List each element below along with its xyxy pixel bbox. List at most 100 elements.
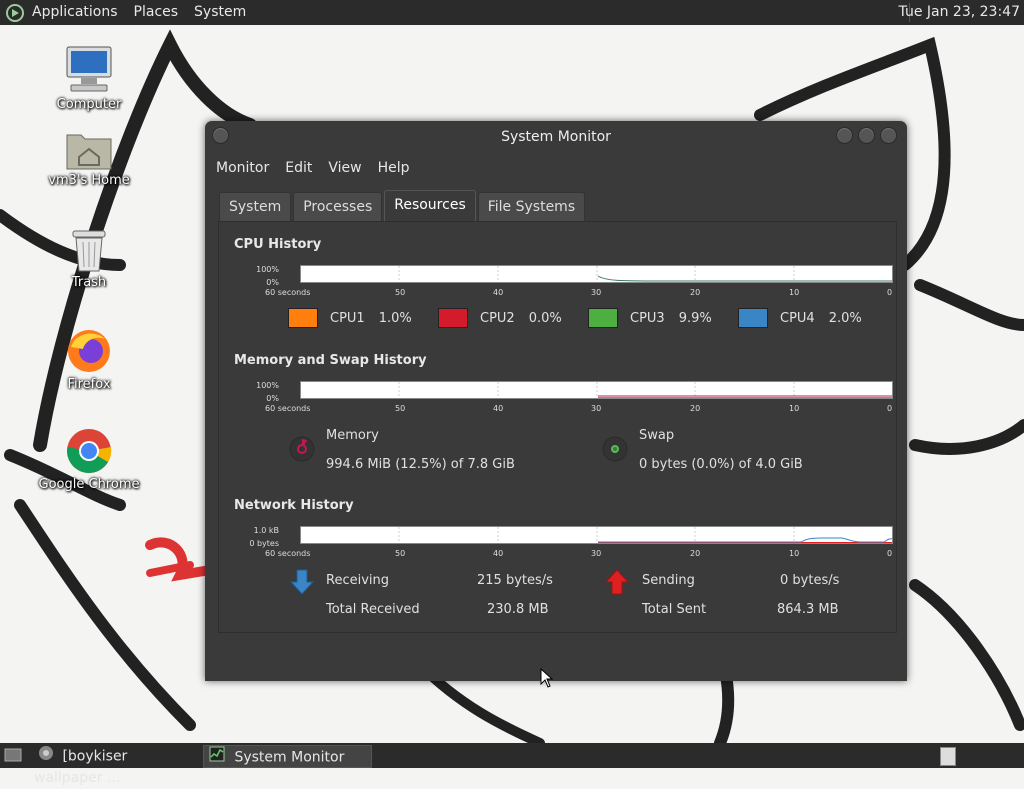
total-sent-value: 864.3 MB bbox=[777, 602, 839, 617]
chrome-icon bbox=[34, 427, 144, 475]
menu-monitor[interactable]: Monitor bbox=[208, 160, 277, 176]
cpu1-name: CPU1 bbox=[330, 310, 365, 326]
network-history-graph bbox=[300, 526, 893, 544]
memory-y-bottom: 0% bbox=[266, 394, 279, 403]
sending-label: Sending bbox=[642, 573, 695, 588]
total-received-value: 230.8 MB bbox=[487, 602, 549, 617]
tab-processes[interactable]: Processes bbox=[293, 192, 383, 221]
menu-view[interactable]: View bbox=[320, 160, 369, 176]
x-tick: 40 bbox=[493, 549, 504, 558]
cpu1-legend: CPU1 1.0% bbox=[288, 308, 412, 328]
menubar: Monitor Edit View Help bbox=[205, 153, 907, 183]
desktop-icon-home[interactable]: vm3's Home bbox=[34, 127, 144, 188]
x-tick: 40 bbox=[493, 288, 504, 297]
x-tick: 0 bbox=[887, 549, 893, 558]
applications-menu[interactable]: Applications bbox=[24, 0, 126, 25]
window-title: System Monitor bbox=[501, 129, 611, 145]
memory-value: 994.6 MiB (12.5%) of 7.8 GiB bbox=[326, 457, 515, 472]
graph-gridlines bbox=[398, 266, 795, 282]
cpu4-color-button[interactable] bbox=[738, 308, 768, 328]
top-panel: Applications Places System Tue Jan 23, 2… bbox=[0, 0, 1024, 25]
cpu4-name: CPU4 bbox=[780, 310, 815, 326]
maximize-button[interactable] bbox=[858, 127, 875, 144]
receiving-label: Receiving bbox=[326, 573, 390, 588]
swap-pie-icon[interactable] bbox=[601, 435, 629, 467]
close-button[interactable] bbox=[880, 127, 897, 144]
x-tick: 10 bbox=[789, 288, 800, 297]
x-tick: 30 bbox=[591, 404, 602, 413]
receiving-value: 215 bytes/s bbox=[477, 573, 553, 588]
total-sent-label: Total Sent bbox=[642, 602, 707, 617]
tab-file-systems[interactable]: File Systems bbox=[477, 192, 586, 221]
x-tick: 20 bbox=[690, 288, 701, 297]
x-tick: 60 seconds bbox=[265, 288, 311, 297]
swap-value: 0 bytes (0.0%) of 4.0 GiB bbox=[639, 457, 803, 472]
minimize-button[interactable] bbox=[836, 127, 853, 144]
taskbar-button-system-monitor[interactable]: System Monitor bbox=[203, 745, 372, 768]
x-tick: 30 bbox=[591, 288, 602, 297]
taskbar-button-chrome[interactable]: [boykiser wallpaper ... bbox=[34, 745, 200, 786]
x-tick: 30 bbox=[591, 549, 602, 558]
x-tick: 60 seconds bbox=[265, 549, 311, 558]
cpu2-color-button[interactable] bbox=[438, 308, 468, 328]
tab-resources[interactable]: Resources bbox=[384, 190, 476, 221]
memory-pie-icon[interactable] bbox=[288, 435, 316, 467]
window-menu-button[interactable] bbox=[212, 127, 229, 144]
cpu3-color-button[interactable] bbox=[588, 308, 618, 328]
show-desktop-icon[interactable] bbox=[4, 748, 22, 766]
system-monitor-window: System Monitor Monitor Edit View Help Sy… bbox=[205, 121, 907, 681]
taskbar-label: System Monitor bbox=[234, 749, 345, 766]
memory-history-title: Memory and Swap History bbox=[234, 353, 427, 368]
receiving-history-line bbox=[598, 537, 892, 543]
receiving-arrow-icon[interactable] bbox=[289, 568, 315, 600]
x-tick: 20 bbox=[690, 404, 701, 413]
x-tick: 0 bbox=[887, 288, 893, 297]
desktop-icon-label: Firefox bbox=[67, 377, 111, 392]
memory-history-graph bbox=[300, 381, 893, 399]
tab-system[interactable]: System bbox=[219, 192, 292, 221]
system-monitor-icon bbox=[209, 746, 225, 769]
cpu1-value: 1.0% bbox=[378, 310, 412, 326]
clock[interactable]: Tue Jan 23, 23:47 bbox=[899, 0, 1020, 25]
sending-arrow-icon[interactable] bbox=[604, 568, 630, 600]
menu-help[interactable]: Help bbox=[370, 160, 418, 176]
desktop-icon-trash[interactable]: Trash bbox=[34, 227, 144, 290]
cpu-history-title: CPU History bbox=[234, 237, 322, 252]
network-y-bottom: 0 bytes bbox=[249, 539, 279, 548]
cpu4-legend: CPU4 2.0% bbox=[738, 308, 862, 328]
window-titlebar[interactable]: System Monitor bbox=[205, 121, 907, 153]
desktop-icon-computer[interactable]: Computer bbox=[34, 45, 144, 112]
desktop-icon-label: vm3's Home bbox=[48, 173, 130, 188]
mouse-cursor-icon bbox=[540, 667, 554, 692]
desktop-icon-chrome[interactable]: Google Chrome bbox=[34, 427, 144, 492]
x-tick: 10 bbox=[789, 549, 800, 558]
cpu-history-graph bbox=[300, 265, 893, 283]
places-menu[interactable]: Places bbox=[126, 0, 187, 25]
memory-y-top: 100% bbox=[256, 381, 279, 390]
x-tick: 50 bbox=[395, 404, 406, 413]
home-folder-icon bbox=[34, 127, 144, 171]
gnome-foot-icon[interactable] bbox=[6, 3, 24, 22]
system-menu[interactable]: System bbox=[186, 0, 254, 25]
resources-panel: CPU History 100% 0% 60 seconds 50 40 30 … bbox=[218, 221, 897, 633]
cpu3-name: CPU3 bbox=[630, 310, 665, 326]
tab-bar: System Processes Resources File Systems bbox=[219, 190, 587, 221]
x-tick: 10 bbox=[789, 404, 800, 413]
workspace-switcher[interactable] bbox=[940, 747, 956, 766]
x-tick: 0 bbox=[887, 404, 893, 413]
cpu1-color-button[interactable] bbox=[288, 308, 318, 328]
network-history-title: Network History bbox=[234, 498, 354, 513]
x-tick: 20 bbox=[690, 549, 701, 558]
cpu3-value: 9.9% bbox=[678, 310, 712, 326]
cpu3-legend: CPU3 9.9% bbox=[588, 308, 712, 328]
desktop-icon-firefox[interactable]: Firefox bbox=[34, 327, 144, 392]
total-received-label: Total Received bbox=[326, 602, 420, 617]
sending-value: 0 bytes/s bbox=[780, 573, 840, 588]
desktop-icon-label: Trash bbox=[71, 275, 107, 290]
x-tick: 50 bbox=[395, 288, 406, 297]
x-tick: 60 seconds bbox=[265, 404, 311, 413]
network-y-top: 1.0 kB bbox=[253, 526, 279, 535]
bottom-panel: [boykiser wallpaper ... System Monitor bbox=[0, 743, 1024, 786]
trash-icon bbox=[34, 227, 144, 273]
menu-edit[interactable]: Edit bbox=[277, 160, 320, 176]
